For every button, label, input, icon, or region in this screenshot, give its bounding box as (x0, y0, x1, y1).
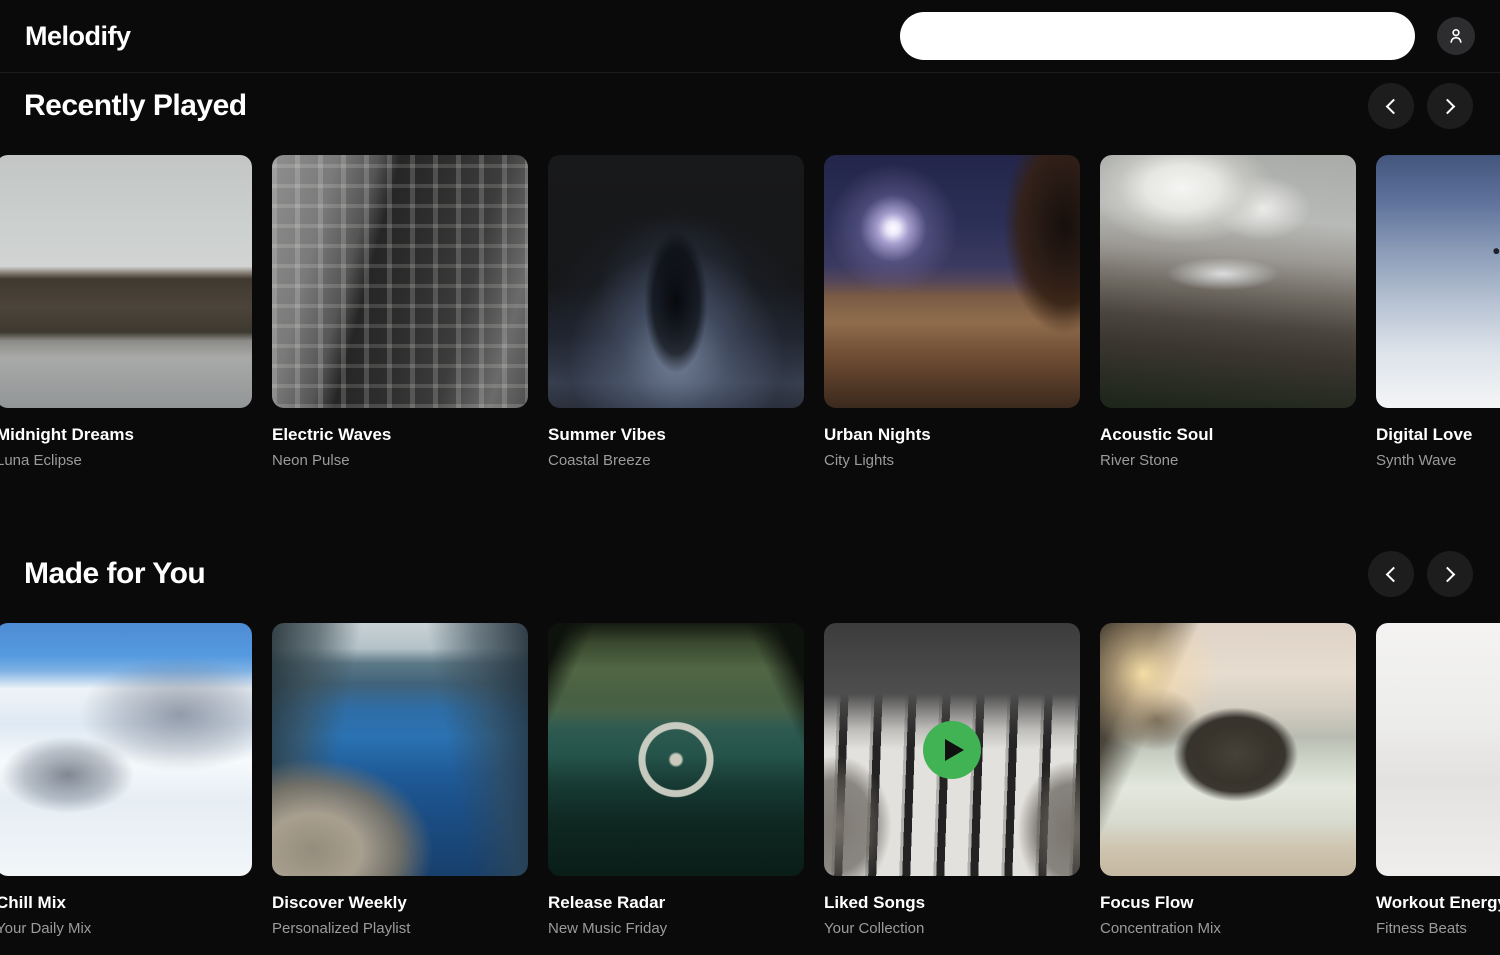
section-header: Made for You (0, 541, 1500, 623)
card-title: Focus Flow (1100, 892, 1356, 913)
album-art (0, 623, 252, 876)
carousel-controls (1368, 551, 1473, 597)
playlist-card[interactable]: Summer Vibes Coastal Breeze (548, 155, 804, 470)
album-art (272, 155, 528, 408)
card-subtitle: Concentration Mix (1100, 919, 1356, 938)
playlist-card[interactable]: Focus Flow Concentration Mix (1100, 623, 1356, 938)
content: Recently Played Midnight Dreams Luna Ecl… (0, 73, 1500, 938)
playlist-section: Made for You Chill Mix Your Daily Mix Di… (0, 541, 1500, 938)
app-header: Melodify (0, 0, 1500, 73)
card-subtitle: Fitness Beats (1376, 919, 1500, 938)
album-art (1100, 623, 1356, 876)
playlist-card[interactable]: Acoustic Soul River Stone (1100, 155, 1356, 470)
card-subtitle: New Music Friday (548, 919, 804, 938)
card-title: Discover Weekly (272, 892, 528, 913)
chevron-right-icon (1440, 566, 1456, 582)
card-subtitle: Luna Eclipse (0, 451, 252, 470)
card-subtitle: Your Daily Mix (0, 919, 252, 938)
album-art (0, 155, 252, 408)
scroll-left-button[interactable] (1368, 551, 1414, 597)
play-button[interactable] (923, 721, 981, 779)
carousel-controls (1368, 83, 1473, 129)
playlist-section: Recently Played Midnight Dreams Luna Ecl… (0, 73, 1500, 470)
chevron-left-icon (1386, 566, 1402, 582)
play-icon (945, 739, 964, 761)
playlist-card[interactable]: Liked Songs Your Collection (824, 623, 1080, 938)
album-art (1100, 155, 1356, 408)
album-art (548, 155, 804, 408)
scroll-right-button[interactable] (1427, 83, 1473, 129)
scroll-right-button[interactable] (1427, 551, 1473, 597)
profile-button[interactable] (1437, 17, 1475, 55)
section-title: Made for You (24, 555, 205, 593)
card-title: Summer Vibes (548, 424, 804, 445)
album-art (548, 623, 804, 876)
scroll-left-button[interactable] (1368, 83, 1414, 129)
card-row: Midnight Dreams Luna Eclipse Electric Wa… (0, 155, 1500, 470)
card-title: Midnight Dreams (0, 424, 252, 445)
card-subtitle: Coastal Breeze (548, 451, 804, 470)
section-header: Recently Played (0, 73, 1500, 155)
playlist-card[interactable]: Release Radar New Music Friday (548, 623, 804, 938)
playlist-card[interactable]: Midnight Dreams Luna Eclipse (0, 155, 252, 470)
album-art (272, 623, 528, 876)
card-subtitle: Neon Pulse (272, 451, 528, 470)
card-subtitle: River Stone (1100, 451, 1356, 470)
card-subtitle: Personalized Playlist (272, 919, 528, 938)
card-row: Chill Mix Your Daily Mix Discover Weekly… (0, 623, 1500, 938)
card-title: Release Radar (548, 892, 804, 913)
playlist-card[interactable]: Workout Energy Fitness Beats (1376, 623, 1500, 938)
card-subtitle: City Lights (824, 451, 1080, 470)
album-art (1376, 623, 1500, 876)
album-art (824, 623, 1080, 876)
app-logo: Melodify (25, 21, 131, 52)
album-art (1376, 155, 1500, 408)
card-title: Acoustic Soul (1100, 424, 1356, 445)
card-title: Workout Energy (1376, 892, 1500, 913)
playlist-card[interactable]: Digital Love Synth Wave (1376, 155, 1500, 470)
chevron-right-icon (1440, 98, 1456, 114)
card-title: Electric Waves (272, 424, 528, 445)
section-title: Recently Played (24, 87, 247, 125)
card-title: Chill Mix (0, 892, 252, 913)
card-title: Liked Songs (824, 892, 1080, 913)
album-art (824, 155, 1080, 408)
playlist-card[interactable]: Urban Nights City Lights (824, 155, 1080, 470)
playlist-card[interactable]: Discover Weekly Personalized Playlist (272, 623, 528, 938)
chevron-left-icon (1386, 98, 1402, 114)
card-subtitle: Synth Wave (1376, 451, 1500, 470)
card-subtitle: Your Collection (824, 919, 1080, 938)
playlist-card[interactable]: Chill Mix Your Daily Mix (0, 623, 252, 938)
card-title: Urban Nights (824, 424, 1080, 445)
search-input[interactable] (900, 12, 1415, 60)
playlist-card[interactable]: Electric Waves Neon Pulse (272, 155, 528, 470)
user-icon (1446, 26, 1466, 46)
card-title: Digital Love (1376, 424, 1500, 445)
